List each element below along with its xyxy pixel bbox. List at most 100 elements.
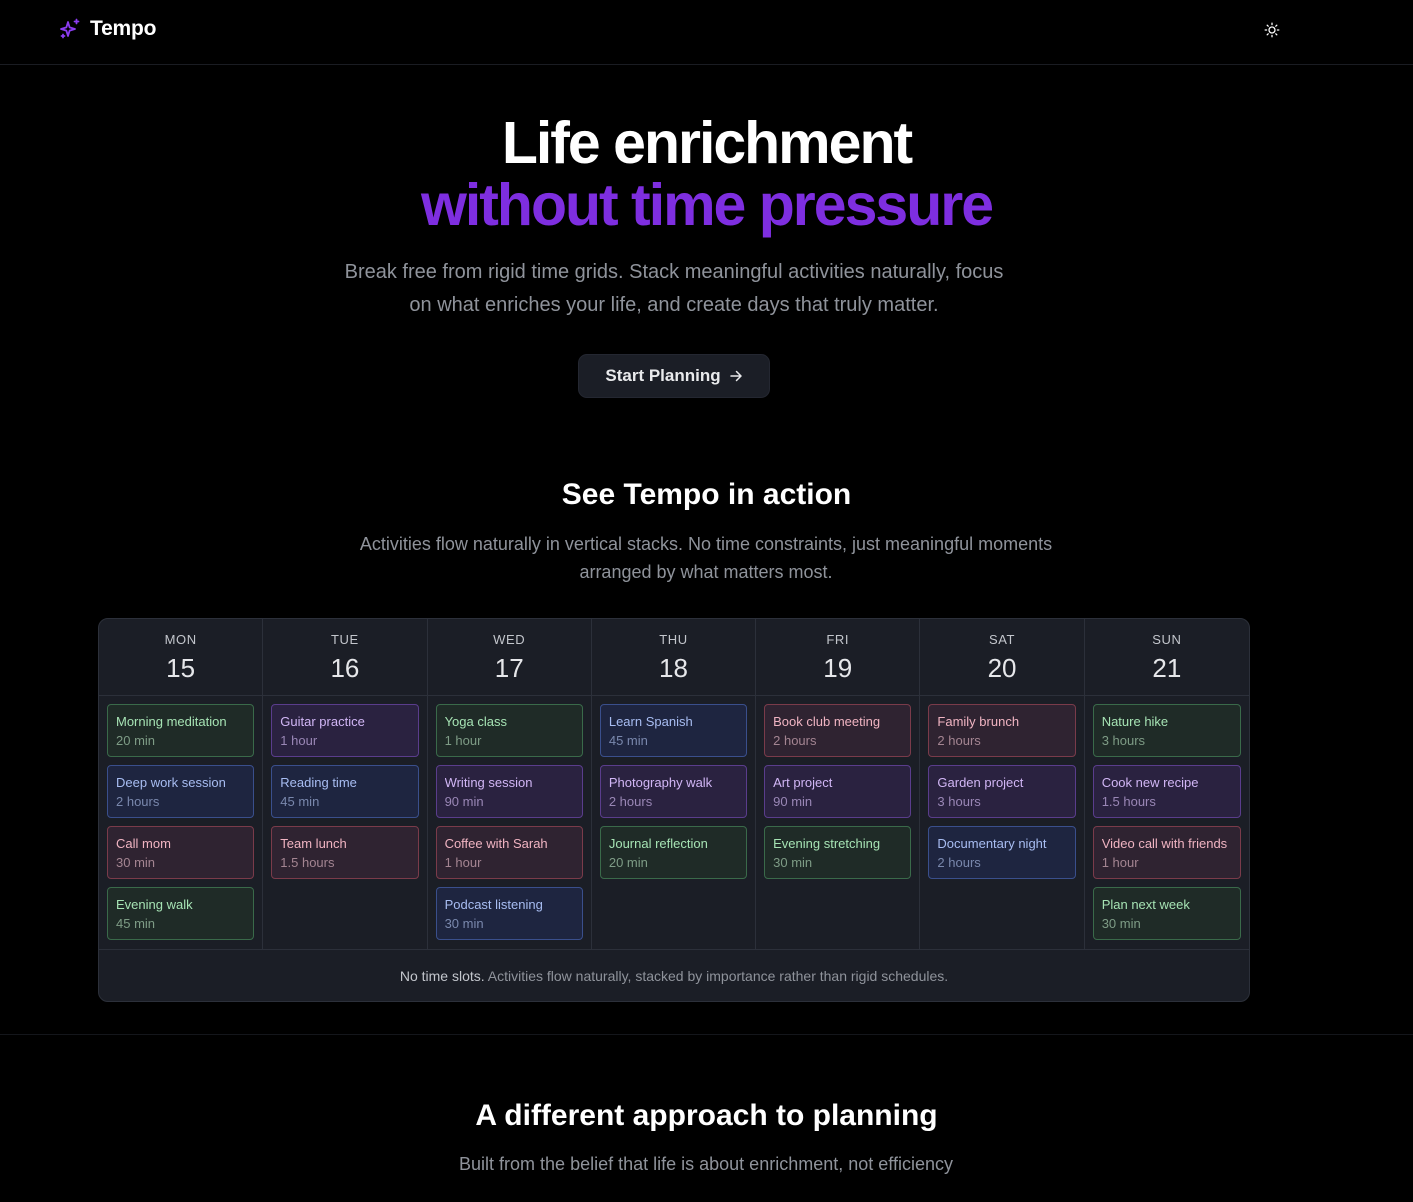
- activity-title: Call mom: [116, 836, 171, 851]
- activity-duration: 1 hour: [280, 733, 318, 748]
- calendar-footer-text: Activities flow naturally, stacked by im…: [484, 968, 949, 984]
- activity-duration: 1 hour: [1101, 855, 1139, 870]
- activity-card[interactable]: Team lunch 1.5 hours: [271, 826, 419, 879]
- day-header[interactable]: THU 18: [591, 619, 756, 696]
- day-name: THU: [659, 632, 688, 647]
- activity-card[interactable]: Yoga class 1 hour: [435, 704, 583, 757]
- section-divider: [0, 1034, 1413, 1035]
- brand-name: Tempo: [90, 17, 157, 40]
- day-name: MON: [164, 632, 197, 647]
- day-header[interactable]: SAT 20: [920, 619, 1084, 696]
- activity-duration: 45 min: [608, 733, 648, 748]
- activity-card[interactable]: Documentary night 2 hours: [928, 826, 1076, 879]
- activity-title: Learn Spanish: [608, 714, 693, 729]
- activity-card[interactable]: Plan next week 30 min: [1092, 887, 1241, 940]
- activity-card[interactable]: Family brunch 2 hours: [928, 704, 1076, 757]
- day-header[interactable]: TUE 16: [263, 619, 427, 696]
- activity-title: Documentary night: [937, 836, 1047, 851]
- activity-card[interactable]: Video call with friends 1 hour: [1092, 826, 1241, 879]
- activity-card[interactable]: Deep work session 2 hours: [107, 765, 255, 818]
- activity-card[interactable]: Podcast listening 30 min: [435, 887, 583, 940]
- activity-title: Coffee with Sarah: [444, 836, 548, 851]
- top-navbar: Tempo: [0, 0, 1413, 65]
- day-column-sun: SUN 21 Nature hike 3 hours Cook new recipe 1.…: [1084, 619, 1249, 949]
- activity-duration: 20 min: [608, 855, 648, 870]
- activity-card[interactable]: Morning meditation 20 min: [107, 704, 255, 757]
- activity-card[interactable]: Art project 90 min: [764, 765, 912, 818]
- activity-card[interactable]: Book club meeting 2 hours: [764, 704, 912, 757]
- activity-stack: Guitar practice 1 hour Reading time 45 min T…: [263, 696, 426, 887]
- day-column-wed: WED 17 Yoga class 1 hour Writing session 90 m…: [427, 619, 592, 949]
- activity-card[interactable]: Photography walk 2 hours: [599, 765, 748, 818]
- activity-stack: Learn Spanish 45 min Photography walk 2 hou…: [592, 696, 755, 887]
- activity-duration: 2 hours: [116, 794, 160, 809]
- activity-duration: 1 hour: [444, 855, 482, 870]
- start-planning-label: Start Planning: [605, 366, 721, 385]
- activity-card[interactable]: Call mom 30 min: [107, 826, 255, 879]
- theme-toggle-button[interactable]: [1259, 17, 1285, 43]
- day-date: 21: [1152, 653, 1182, 683]
- activity-duration: 20 min: [116, 733, 156, 748]
- activity-card[interactable]: Cook new recipe 1.5 hours: [1092, 765, 1241, 818]
- activity-title: Video call with friends: [1101, 836, 1228, 851]
- activity-title: Cook new recipe: [1101, 775, 1199, 790]
- activity-duration: 90 min: [444, 794, 484, 809]
- activity-title: Writing session: [444, 775, 533, 790]
- day-date: 20: [987, 653, 1017, 683]
- calendar-days: MON 15 Morning meditation 20 min Deep work s…: [99, 619, 1249, 949]
- activity-card[interactable]: Garden project 3 hours: [928, 765, 1076, 818]
- day-header[interactable]: FRI 19: [756, 619, 920, 696]
- hero-title-line1: Life enrichment: [501, 110, 913, 176]
- day-header[interactable]: MON 15: [99, 619, 263, 696]
- activity-title: Morning meditation: [116, 714, 227, 729]
- activity-title: Evening walk: [116, 897, 193, 912]
- activity-stack: Morning meditation 20 min Deep work sessio…: [99, 696, 262, 948]
- day-header[interactable]: SUN 21: [1084, 619, 1249, 696]
- arrow-right-icon: [729, 370, 742, 382]
- logo[interactable]: Tempo: [58, 17, 156, 41]
- activity-title: Team lunch: [280, 836, 347, 851]
- approach-section-subtitle: Built from the belief that life is about…: [459, 1154, 953, 1174]
- activity-card[interactable]: Evening stretching 30 min: [764, 826, 912, 879]
- activity-duration: 30 min: [773, 855, 813, 870]
- day-column-mon: MON 15 Morning meditation 20 min Deep work s…: [99, 619, 264, 949]
- activity-duration: 1 hour: [444, 733, 482, 748]
- activity-duration: 3 hours: [937, 794, 981, 809]
- day-name: SAT: [988, 632, 1016, 647]
- activity-title: Guitar practice: [280, 714, 365, 729]
- activity-title: Photography walk: [608, 775, 713, 790]
- activity-title: Book club meeting: [773, 714, 881, 729]
- day-name: FRI: [826, 632, 850, 647]
- activity-card[interactable]: Writing session 90 min: [435, 765, 583, 818]
- demo-section-subtitle: Activities flow naturally in vertical st…: [359, 534, 1053, 582]
- activity-title: Nature hike: [1101, 714, 1169, 729]
- hero-title-line2: without time pressure: [420, 172, 994, 238]
- calendar-footer-note: No time slots. Activities flow naturally…: [99, 949, 1249, 1001]
- hero-title: Life enrichment without time pressure: [0, 112, 1413, 236]
- activity-title: Garden project: [937, 775, 1024, 790]
- activity-title: Reading time: [280, 775, 357, 790]
- activity-card[interactable]: Learn Spanish 45 min: [599, 704, 748, 757]
- activity-duration: 90 min: [773, 794, 813, 809]
- activity-duration: 30 min: [116, 855, 156, 870]
- day-date: 18: [659, 653, 688, 683]
- day-header[interactable]: WED 17: [427, 619, 591, 696]
- activity-duration: 1.5 hours: [1101, 794, 1156, 809]
- activity-card[interactable]: Journal reflection 20 min: [599, 826, 748, 879]
- day-column-thu: THU 18 Learn Spanish 45 min Photography walk…: [591, 619, 757, 949]
- activity-stack: Yoga class 1 hour Writing session 90 min Cof…: [428, 696, 591, 948]
- activity-card[interactable]: Reading time 45 min: [271, 765, 419, 818]
- activity-duration: 45 min: [116, 916, 156, 931]
- demo-section-title: See Tempo in action: [561, 478, 852, 511]
- activity-title: Evening stretching: [773, 836, 881, 851]
- activity-card[interactable]: Guitar practice 1 hour: [271, 704, 419, 757]
- day-date: 15: [166, 653, 196, 683]
- day-name: WED: [493, 632, 526, 647]
- day-date: 17: [494, 653, 524, 683]
- activity-duration: 2 hours: [773, 733, 817, 748]
- activity-card[interactable]: Coffee with Sarah 1 hour: [435, 826, 583, 879]
- activity-duration: 30 min: [1101, 916, 1141, 931]
- start-planning-button[interactable]: Start Planning: [578, 354, 770, 398]
- activity-card[interactable]: Evening walk 45 min: [107, 887, 255, 940]
- activity-card[interactable]: Nature hike 3 hours: [1092, 704, 1241, 757]
